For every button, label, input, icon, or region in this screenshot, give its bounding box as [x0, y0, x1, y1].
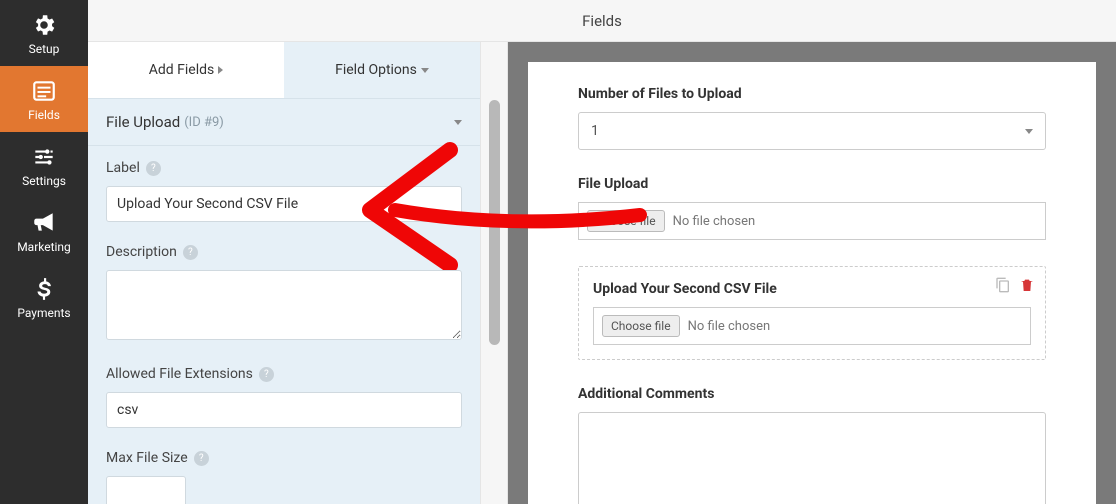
- preview-comments-label: Additional Comments: [578, 386, 1046, 402]
- chevron-down-icon: [454, 120, 462, 125]
- description-input[interactable]: [106, 270, 462, 340]
- preview-file-upload-2-label: Upload Your Second CSV File: [593, 281, 1031, 297]
- side-nav: Setup Fields Settings Marketing Payments: [0, 0, 88, 504]
- tab-label: Add Fields: [149, 62, 215, 78]
- choose-file-button[interactable]: Choose file: [587, 210, 665, 232]
- extensions-label: Allowed File Extensions: [106, 366, 253, 382]
- help-icon[interactable]: ?: [183, 245, 198, 260]
- help-icon[interactable]: ?: [146, 161, 161, 176]
- file-input-2[interactable]: Choose file No file chosen: [593, 307, 1031, 345]
- extensions-input[interactable]: [106, 392, 462, 428]
- nav-label: Payments: [17, 306, 70, 320]
- dollar-icon: [31, 276, 57, 302]
- choose-file-button[interactable]: Choose file: [602, 315, 680, 337]
- section-title: File Upload: [106, 113, 180, 131]
- scrollbar-thumb[interactable]: [489, 100, 500, 345]
- no-file-text: No file chosen: [673, 214, 756, 229]
- nav-payments[interactable]: Payments: [0, 264, 88, 330]
- preview-num-files-label: Number of Files to Upload: [578, 86, 1046, 102]
- nav-label: Marketing: [17, 240, 71, 254]
- chevron-down-icon: [421, 68, 429, 73]
- scroll-gutter: [480, 42, 508, 504]
- help-icon[interactable]: ?: [194, 451, 209, 466]
- label-input[interactable]: [106, 186, 462, 222]
- tab-add-fields[interactable]: Add Fields: [88, 42, 284, 98]
- main-area: Fields Add Fields Field Options File Up: [88, 0, 1116, 504]
- tab-label: Field Options: [335, 62, 417, 78]
- bullhorn-icon: [31, 210, 57, 236]
- nav-marketing[interactable]: Marketing: [0, 198, 88, 264]
- section-header[interactable]: File Upload (ID #9): [88, 98, 480, 146]
- num-files-select[interactable]: 1: [578, 112, 1046, 150]
- nav-fields[interactable]: Fields: [0, 66, 88, 132]
- topbar: Fields: [88, 0, 1116, 42]
- maxsize-label: Max File Size: [106, 450, 188, 466]
- preview-field-selected[interactable]: Upload Your Second CSV File Choose file …: [578, 266, 1046, 360]
- list-icon: [31, 78, 57, 104]
- maxsize-input[interactable]: [106, 476, 186, 504]
- tab-field-options[interactable]: Field Options: [284, 42, 480, 98]
- options-panel: Add Fields Field Options File Upload (ID…: [88, 42, 480, 504]
- section-id: (ID #9): [184, 115, 224, 130]
- nav-label: Setup: [29, 42, 60, 56]
- select-value: 1: [591, 123, 599, 139]
- nav-label: Settings: [22, 174, 66, 188]
- help-icon[interactable]: ?: [259, 367, 274, 382]
- sliders-icon: [31, 144, 57, 170]
- no-file-text: No file chosen: [688, 319, 771, 334]
- preview-file-upload-label: File Upload: [578, 176, 1046, 192]
- gear-icon: [31, 12, 57, 38]
- chevron-down-icon: [1025, 129, 1033, 134]
- comments-textarea[interactable]: [578, 412, 1046, 504]
- nav-setup[interactable]: Setup: [0, 0, 88, 66]
- label-label: Label: [106, 160, 140, 176]
- chevron-right-icon: [218, 66, 223, 74]
- topbar-title: Fields: [582, 12, 622, 30]
- description-label: Description: [106, 244, 177, 260]
- preview-area: Number of Files to Upload 1 File Upload …: [508, 42, 1116, 504]
- file-input-1[interactable]: Choose file No file chosen: [578, 202, 1046, 240]
- nav-settings[interactable]: Settings: [0, 132, 88, 198]
- trash-icon[interactable]: [1019, 277, 1035, 293]
- duplicate-icon[interactable]: [995, 277, 1011, 293]
- nav-label: Fields: [28, 108, 60, 122]
